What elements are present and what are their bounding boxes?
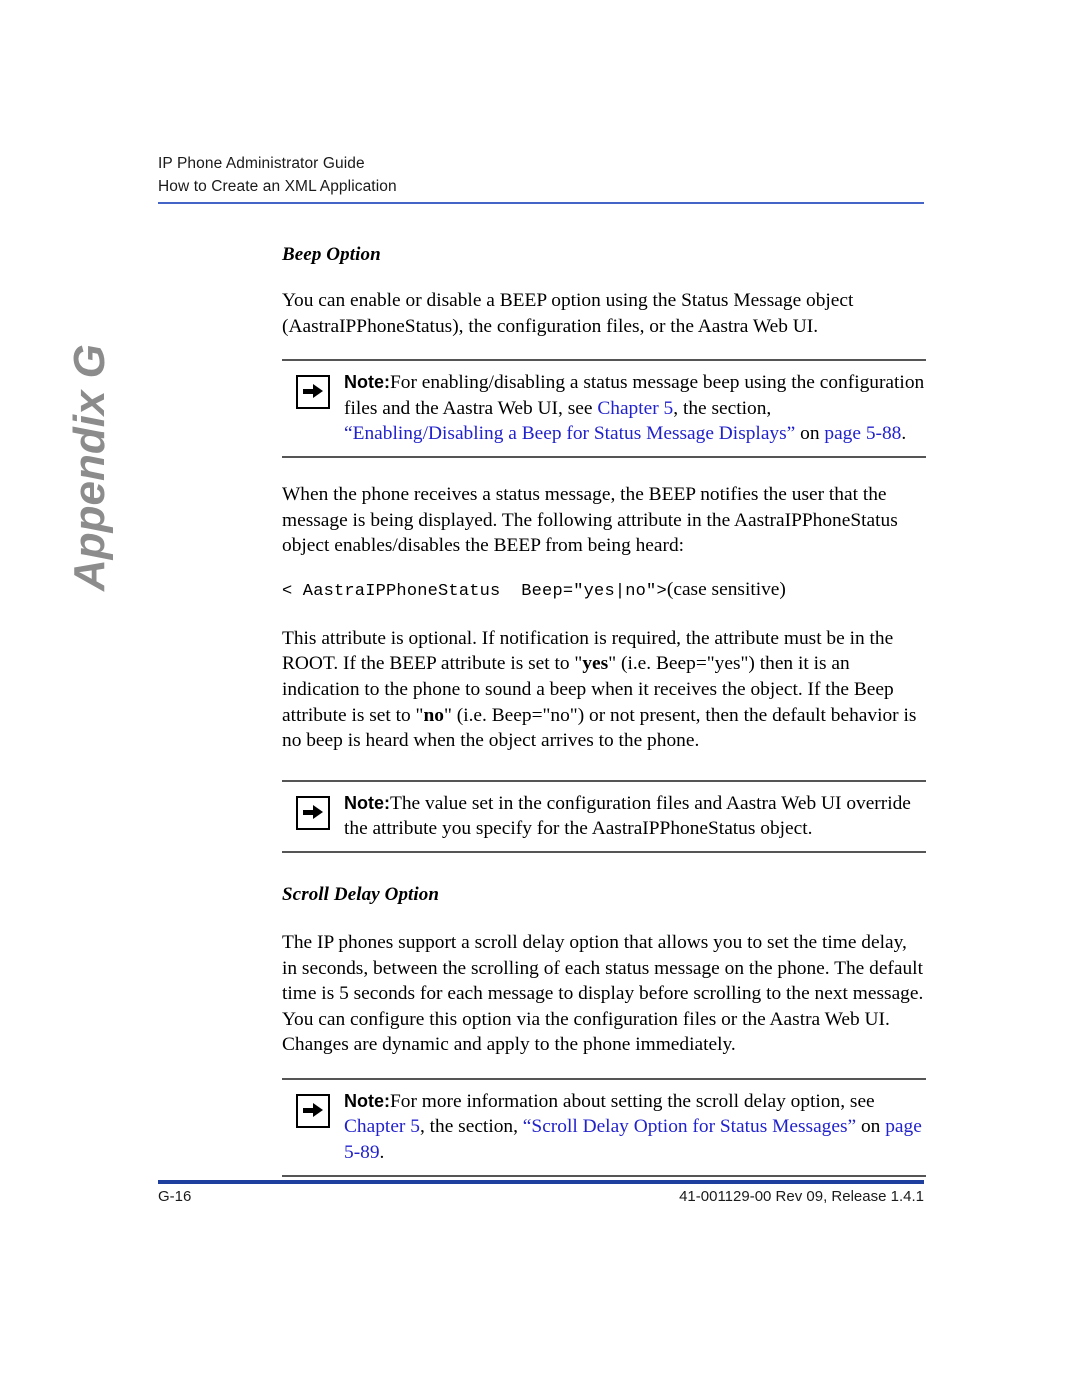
page-header: IP Phone Administrator Guide How to Crea… (158, 152, 924, 198)
appendix-tab: Appendix G (0, 0, 200, 591)
paragraph-attribute-optional: This attribute is optional. If notificat… (282, 626, 926, 754)
arrow-right-icon (296, 795, 330, 830)
link-enabling-disabling-beep-section[interactable]: “Enabling/Disabling a Beep for Status Me… (344, 423, 795, 444)
note-box-config-override: Note:The value set in the configuration … (282, 779, 926, 853)
heading-beep-option: Beep Option (282, 244, 381, 265)
code-sample-caption: (case sensitive) (666, 578, 786, 600)
note-text-part1: For more information about setting the s… (390, 1090, 875, 1112)
note-text-part3: on (795, 423, 825, 445)
note-label: Note: (344, 372, 390, 393)
note-label: Note: (344, 1090, 390, 1111)
note-text-part3: on (856, 1116, 886, 1138)
arrow-head (313, 384, 323, 399)
arrow-head (313, 804, 323, 819)
note-text: Note:For enabling/disabling a status mes… (344, 370, 926, 447)
page-content: Beep Option You can enable or disable a … (282, 243, 926, 1177)
footer-page-number: G-16 (158, 1188, 192, 1205)
note-icon-cell (282, 370, 344, 410)
header-title-line2: How to Create an XML Application (158, 178, 397, 195)
note-text-part2: , the section, (419, 1116, 523, 1138)
appendix-tab-label: Appendix G (65, 344, 114, 591)
note-text-part4: . (379, 1142, 385, 1164)
note-label: Note: (344, 792, 390, 813)
link-chapter-5[interactable]: Chapter 5 (344, 1116, 420, 1137)
code-sample-text: < AastraIPPhoneStatus Beep="yes|no"> (282, 581, 667, 601)
header-title-line1: IP Phone Administrator Guide (158, 155, 365, 172)
note-box-beep-config: Note:For enabling/disabling a status mes… (282, 359, 926, 458)
arrow-right-icon (296, 1093, 330, 1128)
paragraph-beep-behavior: When the phone receives a status message… (282, 483, 898, 557)
header-divider (158, 202, 924, 204)
note-text: Note:The value set in the configuration … (344, 791, 926, 842)
emphasis-no: no (423, 704, 444, 726)
link-scroll-delay-section[interactable]: “Scroll Delay Option for Status Messages… (523, 1116, 856, 1137)
note-icon-cell (282, 791, 344, 830)
heading-scroll-delay-option: Scroll Delay Option (282, 883, 440, 905)
link-page-5-88[interactable]: page 5-88 (824, 423, 901, 444)
paragraph-scroll-delay-intro: The IP phones support a scroll delay opt… (282, 931, 924, 1056)
note-icon-cell (282, 1089, 344, 1128)
note-text: Note:For more information about setting … (344, 1089, 926, 1166)
footer-document-id: 41-001129-00 Rev 09, Release 1.4.1 (679, 1188, 924, 1205)
note-box-scroll-delay-info: Note:For more information about setting … (282, 1077, 926, 1177)
note-text-body: The value set in the configuration files… (344, 792, 911, 840)
footer-divider (158, 1180, 924, 1184)
arrow-head (313, 1102, 323, 1117)
code-sample-line: < AastraIPPhoneStatus Beep="yes|no">(cas… (282, 577, 926, 604)
arrow-right-icon (296, 375, 330, 410)
document-page: IP Phone Administrator Guide How to Crea… (0, 0, 1080, 1397)
paragraph-beep-intro: You can enable or disable a BEEP option … (282, 290, 854, 337)
note-text-part2: , the section, (673, 397, 772, 419)
note-text-part4: . (901, 423, 907, 445)
link-chapter-5[interactable]: Chapter 5 (597, 398, 673, 419)
page-footer: G-16 41-001129-00 Rev 09, Release 1.4.1 (158, 1188, 924, 1205)
emphasis-yes: yes (582, 653, 609, 675)
